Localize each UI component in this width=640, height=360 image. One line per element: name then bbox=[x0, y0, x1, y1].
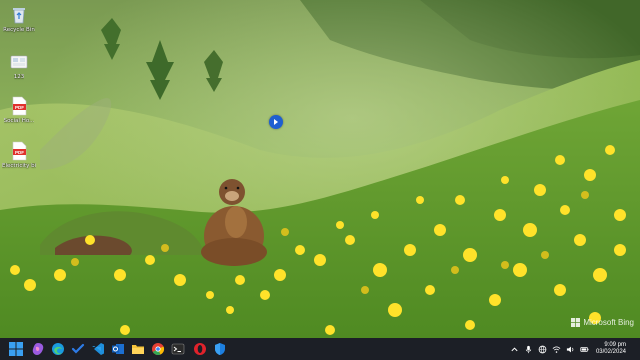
battery-icon[interactable] bbox=[580, 345, 589, 354]
desktop-icon-label: Electricity bi... bbox=[2, 163, 36, 169]
volume-icon[interactable] bbox=[566, 345, 575, 354]
taskbar-clock[interactable]: 9:09 pm 03/02/2024 bbox=[596, 342, 626, 356]
pdf-file-icon: PDF bbox=[12, 96, 27, 116]
svg-text:PDF: PDF bbox=[15, 150, 24, 155]
outlook-icon[interactable] bbox=[110, 341, 126, 357]
taskbar: 9:09 pm 03/02/2024 bbox=[0, 338, 640, 360]
vscode-icon[interactable] bbox=[90, 341, 106, 357]
desktop[interactable]: Recycle Bin 123 PDF Social Ho... PDF Ele… bbox=[0, 0, 640, 338]
desktop-icon-label: 123 bbox=[13, 74, 25, 80]
recycle-bin-icon bbox=[13, 8, 25, 24]
desktop-icon-label: Recycle Bin bbox=[3, 27, 35, 33]
bing-watermark[interactable]: Microsoft Bing bbox=[571, 318, 634, 327]
opera-icon[interactable] bbox=[192, 341, 208, 357]
edge-icon[interactable] bbox=[50, 341, 66, 357]
desktop-icon-folder-123[interactable]: 123 bbox=[2, 52, 36, 81]
system-tray: 9:09 pm 03/02/2024 bbox=[510, 338, 640, 360]
copilot-icon[interactable] bbox=[30, 341, 46, 357]
clock-date: 03/02/2024 bbox=[595, 349, 626, 355]
mouse-cursor-icon bbox=[269, 115, 283, 129]
start-icon[interactable] bbox=[9, 342, 23, 356]
microphone-icon[interactable] bbox=[524, 345, 533, 354]
pdf-file-icon: PDF bbox=[12, 141, 27, 161]
wifi-icon[interactable] bbox=[552, 345, 561, 354]
microsoft-logo-icon bbox=[571, 318, 581, 327]
network-icon[interactable] bbox=[538, 345, 547, 354]
folder-icon bbox=[10, 55, 28, 69]
chrome-icon[interactable] bbox=[150, 341, 166, 357]
wallpaper-marmot-meadow bbox=[0, 0, 640, 338]
watermark-text: Microsoft Bing bbox=[583, 318, 634, 327]
file-explorer-icon[interactable] bbox=[130, 341, 146, 357]
svg-text:PDF: PDF bbox=[15, 105, 24, 110]
desktop-icon-recycle-bin[interactable]: Recycle Bin bbox=[2, 5, 36, 34]
todo-icon[interactable] bbox=[70, 341, 86, 357]
desktop-icon-label: Social Ho... bbox=[3, 118, 35, 124]
desktop-icon-electricity-pdf[interactable]: PDF Electricity bi... bbox=[2, 141, 36, 170]
terminal-icon[interactable] bbox=[170, 341, 186, 357]
chevron-up-icon[interactable] bbox=[510, 345, 519, 354]
defender-icon[interactable] bbox=[212, 341, 228, 357]
clock-time: 9:09 pm bbox=[604, 342, 626, 348]
desktop-icon-social-pdf[interactable]: PDF Social Ho... bbox=[2, 96, 36, 125]
